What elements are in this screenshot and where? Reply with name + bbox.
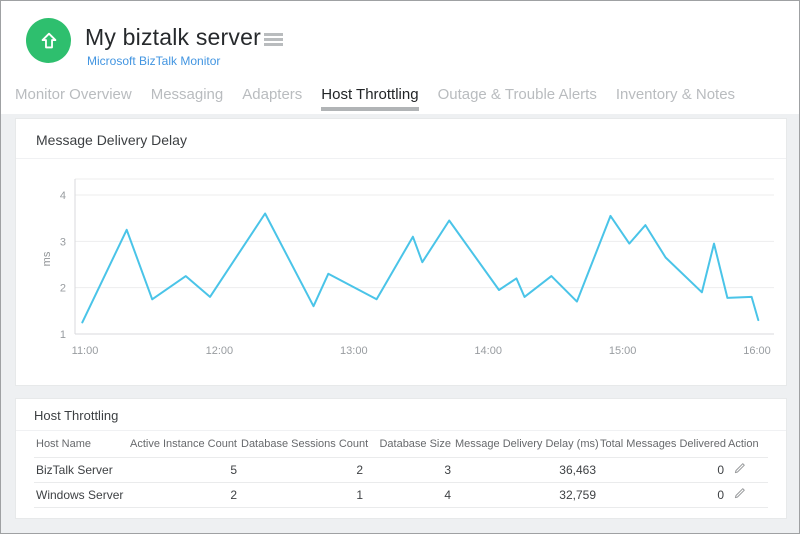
edit-row-button[interactable] <box>728 462 746 477</box>
column-header-total-messages-delivered: Total Messages Delivered <box>598 431 726 457</box>
tab-bar: Monitor Overview Messaging Adapters Host Th… <box>15 86 795 111</box>
app-header: My biztalk server Microsoft BizTalk Moni… <box>1 1 799 113</box>
column-header-host-name: Host Name <box>34 431 127 457</box>
hamburger-bar <box>264 43 283 46</box>
y-tick-label-2: 2 <box>60 283 66 295</box>
y-tick-label-4: 4 <box>60 190 66 202</box>
content-area: Message Delivery Delay 1234ms11:0012:001… <box>1 114 799 533</box>
cell-database-sessions-count: 2 <box>239 457 365 482</box>
column-header-message-delivery-delay-ms: Message Delivery Delay (ms) <box>453 431 598 457</box>
tab-host-throttling[interactable]: Host Throttling <box>321 86 418 111</box>
cell-total-messages-delivered: 0 <box>598 482 726 507</box>
x-tick-label-14-00: 14:00 <box>474 345 502 357</box>
column-header-database-size: Database Size <box>365 431 453 457</box>
chart-panel-title: Message Delivery Delay <box>16 119 786 159</box>
monitor-type-link[interactable]: Microsoft BizTalk Monitor <box>87 54 220 68</box>
cell-action <box>726 482 768 507</box>
cell-message-delivery-delay-ms: 32,759 <box>453 482 598 507</box>
column-header-action: Action <box>726 431 768 457</box>
y-tick-label-3: 3 <box>60 236 66 248</box>
hamburger-bar <box>264 38 283 41</box>
tab-adapters[interactable]: Adapters <box>242 86 302 111</box>
message-delivery-delay-chart: 1 2 3 4 ms 11:00 12:00 13:00 14:00 15:00 16:00 <box>16 159 786 385</box>
y-tick-label-1: 1 <box>60 329 66 341</box>
x-tick-label-11-00: 11:00 <box>72 345 99 357</box>
y-axis-title: ms <box>41 251 53 266</box>
x-tick-label-12-00: 12:00 <box>206 345 234 357</box>
cell-host-name: Windows Server <box>34 482 127 507</box>
page-title: My biztalk server <box>85 24 261 51</box>
cell-action <box>726 457 768 482</box>
delay-series-line <box>82 214 758 323</box>
message-delivery-delay-panel: Message Delivery Delay 1234ms11:0012:001… <box>15 118 787 386</box>
table-panel-title: Host Throttling <box>16 399 786 431</box>
table-row-biztalk-server: BizTalk Server52336,4630 <box>34 457 768 482</box>
host-throttling-panel: Host Throttling Host NameActive Instance… <box>15 398 787 519</box>
cell-database-size: 4 <box>365 482 453 507</box>
hamburger-icon[interactable] <box>264 33 283 46</box>
cell-total-messages-delivered: 0 <box>598 457 726 482</box>
cell-message-delivery-delay-ms: 36,463 <box>453 457 598 482</box>
x-tick-label-16-00: 16:00 <box>743 345 771 357</box>
pencil-icon <box>734 487 746 499</box>
server-status-avatar <box>26 18 71 63</box>
table-row-windows-server: Windows Server21432,7590 <box>34 482 768 507</box>
tab-outage-trouble-alerts[interactable]: Outage & Trouble Alerts <box>438 86 597 111</box>
column-header-database-sessions-count: Database Sessions Count <box>239 431 365 457</box>
cell-active-instance-count: 2 <box>127 482 239 507</box>
host-throttling-table: Host NameActive Instance CountDatabase S… <box>34 431 768 508</box>
hamburger-bar <box>264 33 283 36</box>
up-arrow-icon <box>38 30 60 52</box>
column-header-active-instance-count: Active Instance Count <box>127 431 239 457</box>
x-tick-label-13-00: 13:00 <box>340 345 368 357</box>
x-tick-label-15-00: 15:00 <box>609 345 637 357</box>
cell-host-name: BizTalk Server <box>34 457 127 482</box>
cell-database-sessions-count: 1 <box>239 482 365 507</box>
cell-database-size: 3 <box>365 457 453 482</box>
edit-row-button[interactable] <box>728 487 746 502</box>
biztalk-monitor-page: { "header": { "title": "My biztalk serve… <box>0 0 800 534</box>
cell-active-instance-count: 5 <box>127 457 239 482</box>
tab-inventory-notes[interactable]: Inventory & Notes <box>616 86 735 111</box>
tab-messaging[interactable]: Messaging <box>151 86 224 111</box>
tab-monitor-overview[interactable]: Monitor Overview <box>15 86 132 111</box>
table-header: Host NameActive Instance CountDatabase S… <box>34 431 768 457</box>
pencil-icon <box>734 462 746 474</box>
